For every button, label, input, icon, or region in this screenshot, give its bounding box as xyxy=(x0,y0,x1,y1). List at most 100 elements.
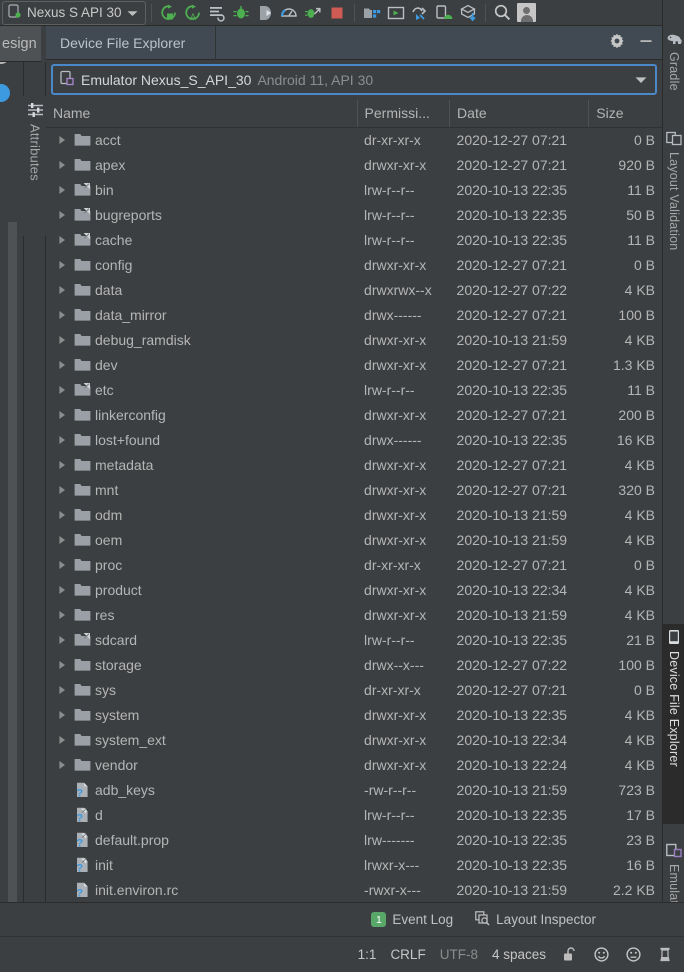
expand-arrow-icon[interactable] xyxy=(53,185,71,195)
file-name-cell[interactable]: dev xyxy=(46,352,357,377)
minimize-button[interactable] xyxy=(633,30,659,56)
design-tab[interactable]: esign xyxy=(0,26,41,62)
run-button[interactable] xyxy=(157,1,181,25)
expand-arrow-icon[interactable] xyxy=(53,760,71,770)
sidebar-item-gradle[interactable]: Gradle xyxy=(663,28,684,110)
table-row[interactable]: lost+found drwx------ 2020-10-13 22:35 16 K… xyxy=(46,427,662,452)
file-name-cell[interactable]: ? init xyxy=(46,852,357,877)
file-encoding[interactable]: UTF-8 xyxy=(440,947,478,962)
attach-debugger-button[interactable] xyxy=(253,1,277,25)
debug-button[interactable] xyxy=(229,1,253,25)
caret-position[interactable]: 1:1 xyxy=(358,947,377,962)
table-row[interactable]: system drwxr-xr-x 2020-10-13 22:35 4 KB xyxy=(46,702,662,727)
table-row[interactable]: ? d lrw-r--r-- 2020-10-13 22:35 17 B xyxy=(46,802,662,827)
expand-arrow-icon[interactable] xyxy=(53,160,71,170)
file-name-cell[interactable]: acct xyxy=(46,127,357,152)
smiley-face-icon[interactable] xyxy=(592,946,610,964)
file-name-cell[interactable]: system_ext xyxy=(46,727,357,752)
expand-arrow-icon[interactable] xyxy=(53,285,71,295)
file-name-cell[interactable]: sdcard xyxy=(46,627,357,652)
indent-setting[interactable]: 4 spaces xyxy=(492,947,546,962)
column-header-name[interactable]: Name xyxy=(46,100,358,128)
table-row[interactable]: product drwxr-xr-x 2020-10-13 22:34 4 KB xyxy=(46,577,662,602)
expand-arrow-icon[interactable] xyxy=(53,435,71,445)
file-name-cell[interactable]: etc xyxy=(46,377,357,402)
file-name-cell[interactable]: proc xyxy=(46,552,357,577)
expand-arrow-icon[interactable] xyxy=(53,735,71,745)
run-with-coverage-button[interactable] xyxy=(301,1,325,25)
expand-arrow-icon[interactable] xyxy=(53,685,71,695)
expand-arrow-icon[interactable] xyxy=(53,510,71,520)
expand-arrow-icon[interactable] xyxy=(53,235,71,245)
table-row[interactable]: ? init.environ.rc -rwxr-x--- 2020-10-13 21:… xyxy=(46,877,662,902)
expand-arrow-icon[interactable] xyxy=(53,360,71,370)
file-name-cell[interactable]: odm xyxy=(46,502,357,527)
file-name-cell[interactable]: oem xyxy=(46,527,357,552)
table-row[interactable]: cache lrw-r--r-- 2020-10-13 22:35 11 B xyxy=(46,227,662,252)
table-row[interactable]: res drwxr-xr-x 2020-10-13 21:59 4 KB xyxy=(46,602,662,627)
file-name-cell[interactable]: system xyxy=(46,702,357,727)
device-selector-combobox[interactable]: Emulator Nexus_S_API_30 Android 11, API … xyxy=(51,64,657,95)
expand-arrow-icon[interactable] xyxy=(53,660,71,670)
file-name-cell[interactable]: bin xyxy=(46,177,357,202)
sync-project-button[interactable] xyxy=(456,1,480,25)
left-scrollbar-thumb[interactable] xyxy=(8,222,17,912)
table-row[interactable]: mnt drwxr-xr-x 2020-12-27 07:21 320 B xyxy=(46,477,662,502)
sidebar-item-attributes[interactable]: Attributes xyxy=(22,96,48,236)
table-row[interactable]: oem drwxr-xr-x 2020-10-13 21:59 4 KB xyxy=(46,527,662,552)
table-row[interactable]: system_ext drwxr-xr-x 2020-10-13 22:34 4 KB xyxy=(46,727,662,752)
file-name-cell[interactable]: vendor xyxy=(46,752,357,777)
unlocked-padlock-icon[interactable] xyxy=(560,946,578,964)
apply-changes-button[interactable]: A xyxy=(181,1,205,25)
file-name-cell[interactable]: apex xyxy=(46,152,357,177)
table-row[interactable]: proc dr-xr-xr-x 2020-12-27 07:21 0 B xyxy=(46,552,662,577)
table-row[interactable]: data_mirror drwx------ 2020-12-27 07:21 100… xyxy=(46,302,662,327)
expand-arrow-icon[interactable] xyxy=(53,610,71,620)
table-row[interactable]: acct dr-xr-xr-x 2020-12-27 07:21 0 B xyxy=(46,127,662,152)
expand-arrow-icon[interactable] xyxy=(53,310,71,320)
event-log-button[interactable]: 1 Event Log xyxy=(371,912,453,927)
expand-arrow-icon[interactable] xyxy=(53,710,71,720)
table-row[interactable]: ? adb_keys -rw-r--r-- 2020-10-13 21:59 723 B xyxy=(46,777,662,802)
file-name-cell[interactable]: metadata xyxy=(46,452,357,477)
table-row[interactable]: vendor drwxr-xr-x 2020-10-13 22:24 4 KB xyxy=(46,752,662,777)
code-inspector-icon[interactable] xyxy=(656,946,674,964)
table-row[interactable]: ? default.prop lrw------- 2020-10-13 22:35 2… xyxy=(46,827,662,852)
expand-arrow-icon[interactable] xyxy=(53,260,71,270)
expand-arrow-icon[interactable] xyxy=(53,335,71,345)
file-name-cell[interactable]: storage xyxy=(46,652,357,677)
sidebar-item-layout-validation[interactable]: Layout Validation xyxy=(663,126,684,294)
table-row[interactable]: etc lrw-r--r-- 2020-10-13 22:35 11 B xyxy=(46,377,662,402)
stop-button[interactable] xyxy=(325,1,349,25)
file-name-cell[interactable]: config xyxy=(46,252,357,277)
table-row[interactable]: sys dr-xr-xr-x 2020-12-27 07:21 0 B xyxy=(46,677,662,702)
table-row[interactable]: data drwxrwx--x 2020-12-27 07:22 4 KB xyxy=(46,277,662,302)
table-row[interactable]: bugreports lrw-r--r-- 2020-10-13 22:35 50 B xyxy=(46,202,662,227)
file-name-cell[interactable]: data xyxy=(46,277,357,302)
file-name-cell[interactable]: ? init.environ.rc xyxy=(46,877,357,902)
layout-inspector-button[interactable]: Layout Inspector xyxy=(475,910,596,929)
layout-inspector-button[interactable] xyxy=(408,1,432,25)
file-name-cell[interactable]: ? d xyxy=(46,802,357,827)
expand-arrow-icon[interactable] xyxy=(53,135,71,145)
file-name-cell[interactable]: cache xyxy=(46,227,357,252)
expand-arrow-icon[interactable] xyxy=(53,560,71,570)
sidebar-item-device-file-explorer[interactable]: Device File Explorer xyxy=(663,624,684,824)
table-row[interactable]: dev drwxr-xr-x 2020-12-27 07:21 1.3 KB xyxy=(46,352,662,377)
settings-gear-button[interactable] xyxy=(604,30,630,56)
avd-manager-button[interactable] xyxy=(384,1,408,25)
table-row[interactable]: debug_ramdisk drwxr-xr-x 2020-10-13 21:59 4… xyxy=(46,327,662,352)
expand-arrow-icon[interactable] xyxy=(53,635,71,645)
line-separator[interactable]: CRLF xyxy=(390,947,425,962)
table-row[interactable]: config drwxr-xr-x 2020-12-27 07:21 0 B xyxy=(46,252,662,277)
file-name-cell[interactable]: ? default.prop xyxy=(46,827,357,852)
expand-arrow-icon[interactable] xyxy=(53,385,71,395)
table-row[interactable]: storage drwx--x--- 2020-12-27 07:22 100 B xyxy=(46,652,662,677)
profiler-button[interactable] xyxy=(277,1,301,25)
expand-arrow-icon[interactable] xyxy=(53,210,71,220)
frowny-face-icon[interactable] xyxy=(624,946,642,964)
table-row[interactable]: metadata drwxr-xr-x 2020-12-27 07:21 4 KB xyxy=(46,452,662,477)
expand-arrow-icon[interactable] xyxy=(53,485,71,495)
file-name-cell[interactable]: res xyxy=(46,602,357,627)
device-android-icon[interactable] xyxy=(432,1,456,25)
